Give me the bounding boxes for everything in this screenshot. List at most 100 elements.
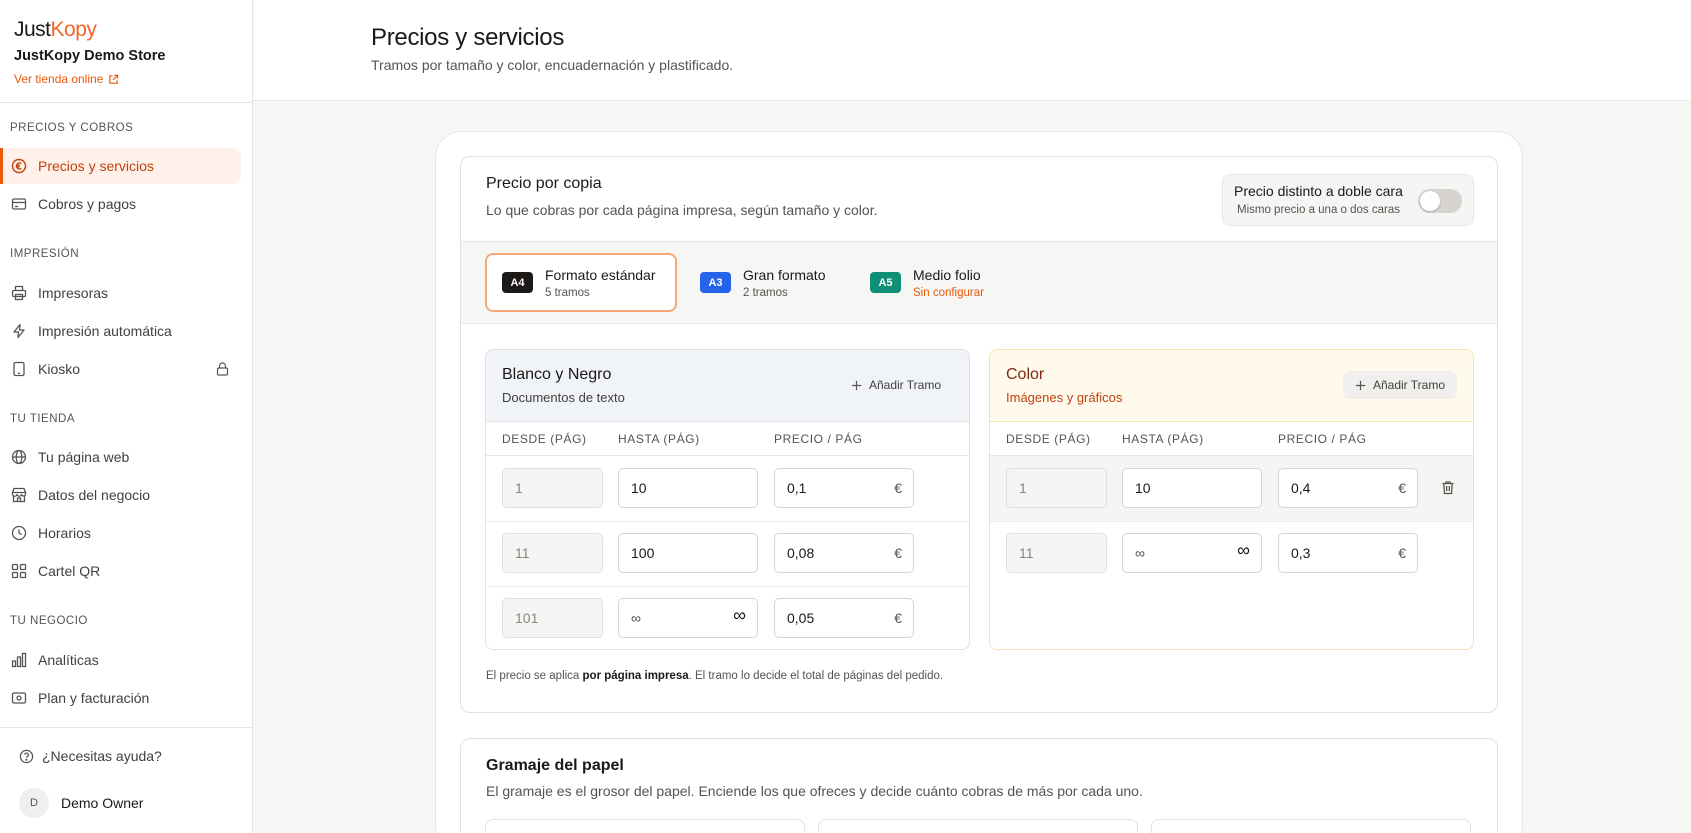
add-tier-label: Añadir Tramo	[868, 378, 941, 392]
column-header-from: DESDE (PÁG)	[502, 432, 587, 446]
paper-option[interactable]	[818, 819, 1138, 833]
from-field: 11	[1006, 533, 1107, 573]
add-tier-button[interactable]: Añadir Tramo	[839, 371, 953, 399]
nav-precios-y-servicios[interactable]: Precios y servicios	[0, 148, 241, 184]
paper-option[interactable]	[485, 819, 805, 833]
note-text: El precio se aplica	[486, 670, 583, 682]
section-title: PRECIOS Y COBROS	[10, 122, 134, 134]
pricing-note: El precio se aplica por página impresa. …	[486, 670, 943, 682]
card-title: Gramaje del papel	[486, 757, 624, 774]
help-link[interactable]: ¿Necesitas ayuda?	[19, 748, 162, 764]
column-header-to: HASTA (PÁG)	[1122, 432, 1204, 446]
price-field[interactable]: 0,05 €	[774, 598, 914, 638]
currency-suffix: €	[1398, 480, 1406, 496]
nav-label: Horarios	[38, 525, 91, 541]
format-badge: A5	[870, 272, 901, 293]
infinity-icon[interactable]: ∞	[1237, 540, 1250, 561]
color-header: Color Imágenes y gráficos Añadir Tramo	[990, 350, 1473, 422]
trash-icon[interactable]	[1441, 480, 1455, 498]
nav-label: Analíticas	[38, 652, 99, 668]
price-field[interactable]: 0,08 €	[774, 533, 914, 573]
add-tier-label: Añadir Tramo	[1372, 378, 1445, 392]
view-store-label: Ver tienda online	[14, 72, 104, 86]
toggle-knob	[1420, 191, 1440, 211]
format-name: Formato estándar	[545, 266, 656, 283]
to-field[interactable]: 100	[618, 533, 758, 573]
external-link-icon	[109, 74, 119, 84]
store-icon	[11, 487, 27, 503]
tab-a3[interactable]: A3 Gran formato 2 tramos	[685, 253, 848, 312]
column-header-to: HASTA (PÁG)	[618, 432, 700, 446]
tier-row: 11 100 0,08 €	[486, 521, 969, 586]
card-subtitle: El gramaje es el grosor del papel. Encie…	[486, 783, 1143, 799]
nav-impresoras[interactable]: Impresoras	[0, 275, 241, 311]
plus-icon	[1355, 380, 1366, 390]
nav-horarios[interactable]: Horarios	[0, 515, 241, 551]
price-field[interactable]: 0,4 €	[1278, 468, 1418, 508]
nav-analiticas[interactable]: Analíticas	[0, 642, 241, 678]
column-header-from: DESDE (PÁG)	[1006, 432, 1091, 446]
nav-impresion-automatica[interactable]: Impresión automática	[0, 313, 241, 349]
to-field[interactable]: 10	[618, 468, 758, 508]
nav-label: Cobros y pagos	[38, 196, 137, 212]
currency-suffix: €	[894, 545, 902, 561]
avatar: D	[19, 788, 49, 818]
sidebar-divider	[0, 102, 253, 103]
to-field-unlimited[interactable]: ∞ ∞	[618, 598, 758, 638]
column-header-price: PRECIO / PÁG	[774, 432, 863, 446]
price-field[interactable]: 0,1 €	[774, 468, 914, 508]
billing-icon	[11, 690, 27, 706]
euro-icon	[11, 158, 27, 174]
nav-datos-del-negocio[interactable]: Datos del negocio	[0, 477, 241, 513]
format-name: Medio folio	[913, 266, 981, 283]
duplex-title: Precio distinto a doble cara	[1234, 183, 1403, 199]
bw-subtitle: Documentos de texto	[502, 390, 625, 405]
credit-card-icon	[11, 196, 27, 212]
color-pricing-box: Color Imágenes y gráficos Añadir Tramo D…	[989, 349, 1474, 650]
to-field[interactable]: 10	[1122, 468, 1262, 508]
user-menu[interactable]: D Demo Owner	[19, 788, 143, 818]
card-subtitle: Lo que cobras por cada página impresa, s…	[486, 202, 878, 218]
price-value: 0,4	[1291, 480, 1311, 496]
format-badge: A4	[502, 272, 533, 293]
brand-logo-accent: Kopy	[50, 18, 97, 41]
nav-label: Impresoras	[38, 285, 109, 301]
add-tier-button[interactable]: Añadir Tramo	[1342, 371, 1457, 399]
store-name: JustKopy Demo Store	[14, 48, 166, 64]
paper-option[interactable]	[1151, 819, 1471, 833]
nav-plan-y-facturacion[interactable]: Plan y facturación	[0, 680, 241, 716]
section-title: TU TIENDA	[10, 413, 75, 425]
card-title: Precio por copia	[486, 175, 602, 192]
duplex-toggle[interactable]	[1418, 189, 1462, 213]
to-field-unlimited[interactable]: ∞ ∞	[1122, 533, 1262, 573]
plus-icon	[851, 380, 862, 390]
bar-chart-icon	[11, 652, 27, 668]
brand-logo[interactable]: JustKopy	[14, 18, 97, 42]
nav-cartel-qr[interactable]: Cartel QR	[0, 553, 241, 589]
currency-suffix: €	[894, 610, 902, 626]
format-count: Sin configurar	[913, 286, 984, 299]
color-title: Color	[1006, 366, 1045, 383]
price-field[interactable]: 0,3 €	[1278, 533, 1418, 573]
price-value: 0,08	[787, 545, 815, 561]
price-value: 0,1	[787, 480, 807, 496]
nav-kiosko[interactable]: Kiosko	[0, 351, 241, 387]
paper-weight-card: Gramaje del papel El gramaje es el groso…	[460, 738, 1498, 833]
tab-a5[interactable]: A5 Medio folio Sin configurar	[855, 253, 1010, 312]
user-name: Demo Owner	[61, 795, 144, 811]
from-field: 11	[502, 533, 603, 573]
help-label: ¿Necesitas ayuda?	[42, 748, 162, 764]
format-tabs: A4 Formato estándar 5 tramos A3 Gran for…	[461, 241, 1497, 324]
nav-tu-pagina-web[interactable]: Tu página web	[0, 439, 241, 475]
tab-a4[interactable]: A4 Formato estándar 5 tramos	[485, 253, 677, 312]
page-header: Precios y servicios Tramos por tamaño y …	[254, 0, 1691, 101]
to-value: ∞	[631, 610, 641, 626]
nav-cobros-y-pagos[interactable]: Cobros y pagos	[0, 186, 241, 222]
column-header-price: PRECIO / PÁG	[1278, 432, 1367, 446]
view-store-link[interactable]: Ver tienda online	[14, 72, 119, 86]
infinity-icon[interactable]: ∞	[733, 605, 746, 626]
format-count: 5 tramos	[545, 286, 590, 299]
bw-pricing-box: Blanco y Negro Documentos de texto Añadi…	[485, 349, 970, 650]
lightning-icon	[11, 323, 27, 339]
tier-row: 101 ∞ ∞ 0,05 €	[486, 586, 969, 649]
